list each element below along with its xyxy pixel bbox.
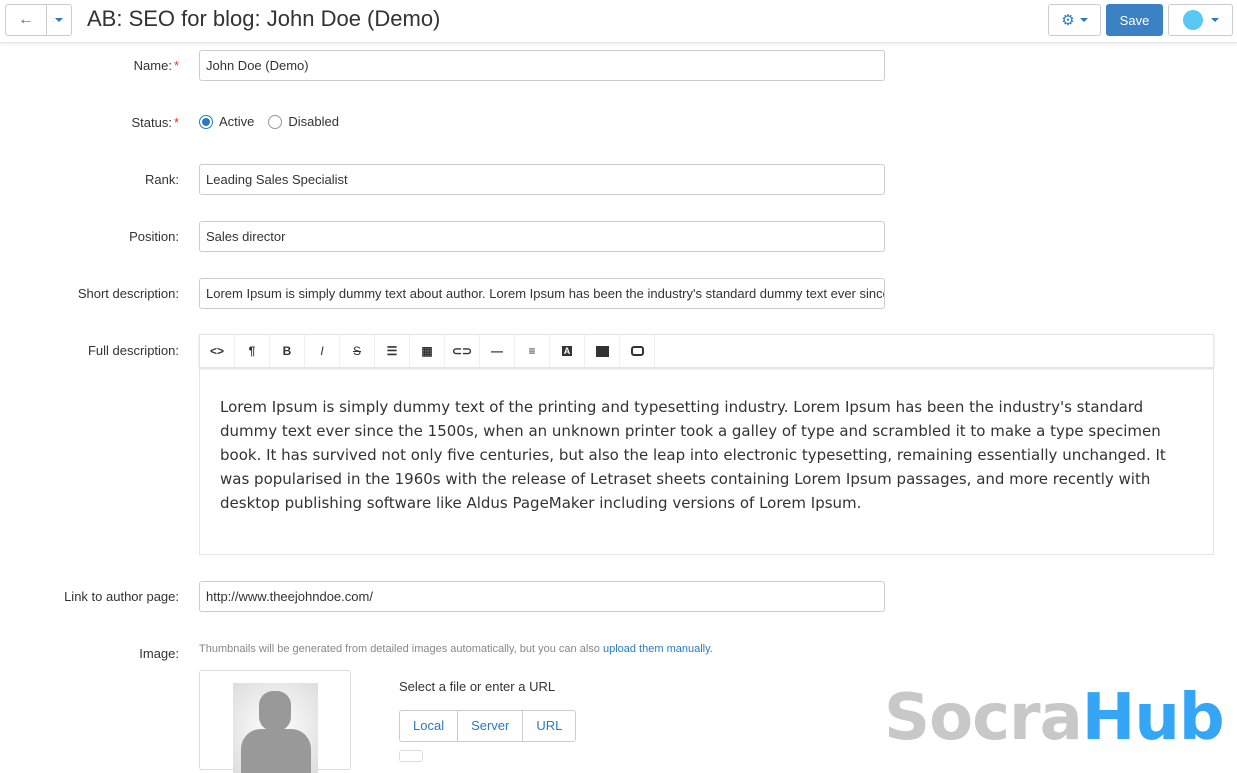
editor-toolbar: <> ¶ B I S ☰ ▦ ⊂⊃ — ≡ A bbox=[199, 334, 1214, 368]
list-icon[interactable]: ☰ bbox=[375, 335, 410, 367]
rank-label: Rank: bbox=[145, 172, 179, 187]
save-button[interactable]: Save bbox=[1106, 4, 1163, 36]
link-input[interactable]: http://www.theejohndoe.com/ bbox=[199, 581, 885, 612]
image-icon[interactable] bbox=[585, 335, 620, 367]
table-icon[interactable]: ▦ bbox=[410, 335, 445, 367]
checkbox[interactable] bbox=[399, 750, 423, 762]
local-source-button[interactable]: Local bbox=[400, 711, 459, 741]
caret-down-icon bbox=[55, 18, 63, 22]
full-description-label: Full description: bbox=[87, 343, 179, 358]
font-color-icon[interactable]: A bbox=[550, 335, 585, 367]
url-source-button[interactable]: URL bbox=[523, 711, 575, 741]
align-icon[interactable]: ≡ bbox=[515, 335, 550, 367]
caret-down-icon bbox=[1079, 18, 1088, 22]
back-button[interactable]: ← bbox=[5, 4, 47, 36]
name-input[interactable]: John Doe (Demo) bbox=[199, 50, 885, 81]
image-source-group: Local Server URL bbox=[399, 710, 577, 742]
paragraph-icon[interactable]: ¶ bbox=[235, 335, 270, 367]
back-dropdown-button[interactable] bbox=[46, 4, 72, 36]
avatar-placeholder-icon bbox=[233, 683, 318, 773]
top-bar: ← AB: SEO for blog: John Doe (Demo) ⚙ Sa… bbox=[0, 0, 1237, 43]
short-description-label: Short description: bbox=[77, 286, 179, 301]
status-active-radio[interactable] bbox=[199, 114, 213, 129]
image-hint: Thumbnails will be generated from detail… bbox=[199, 643, 713, 655]
gear-icon: ⚙ bbox=[1061, 12, 1075, 29]
page-title: AB: SEO for blog: John Doe (Demo) bbox=[87, 6, 441, 31]
server-source-button[interactable]: Server bbox=[458, 711, 524, 741]
strikethrough-icon[interactable]: S bbox=[340, 335, 375, 367]
status-radio-group: Active Disabled bbox=[199, 114, 339, 129]
bold-icon[interactable]: B bbox=[270, 335, 305, 367]
short-description-input[interactable]: Lorem Ipsum is simply dummy text about a… bbox=[199, 278, 885, 309]
settings-button[interactable]: ⚙ bbox=[1048, 4, 1101, 36]
full-description-editor[interactable]: Lorem Ipsum is simply dummy text of the … bbox=[199, 368, 1214, 555]
status-active-label[interactable]: Active bbox=[219, 114, 254, 129]
image-label: Image: bbox=[139, 646, 179, 661]
link-label: Link to author page: bbox=[64, 589, 179, 604]
video-icon[interactable] bbox=[620, 335, 655, 367]
status-disabled-radio[interactable] bbox=[268, 114, 283, 129]
app-menu-button[interactable] bbox=[1168, 4, 1233, 36]
upload-manually-link[interactable]: upload them manually. bbox=[603, 643, 713, 655]
status-disabled-label[interactable]: Disabled bbox=[288, 114, 339, 129]
status-label: Status: * bbox=[131, 115, 179, 130]
rank-input[interactable]: Leading Sales Specialist bbox=[199, 164, 885, 195]
position-input[interactable]: Sales director bbox=[199, 221, 885, 252]
caret-down-icon bbox=[1210, 18, 1219, 22]
name-label: Name: * bbox=[133, 58, 179, 73]
position-label: Position: bbox=[129, 229, 179, 244]
horizontal-rule-icon[interactable]: — bbox=[480, 335, 515, 367]
socrahub-watermark: SocraHub bbox=[884, 681, 1225, 755]
hexagon-app-icon bbox=[1182, 10, 1203, 30]
select-file-text: Select a file or enter a URL bbox=[399, 679, 556, 694]
code-icon[interactable]: <> bbox=[200, 335, 235, 367]
image-preview bbox=[199, 670, 351, 773]
italic-icon[interactable]: I bbox=[305, 335, 340, 367]
link-icon[interactable]: ⊂⊃ bbox=[445, 335, 480, 367]
arrow-left-icon: ← bbox=[18, 11, 34, 28]
